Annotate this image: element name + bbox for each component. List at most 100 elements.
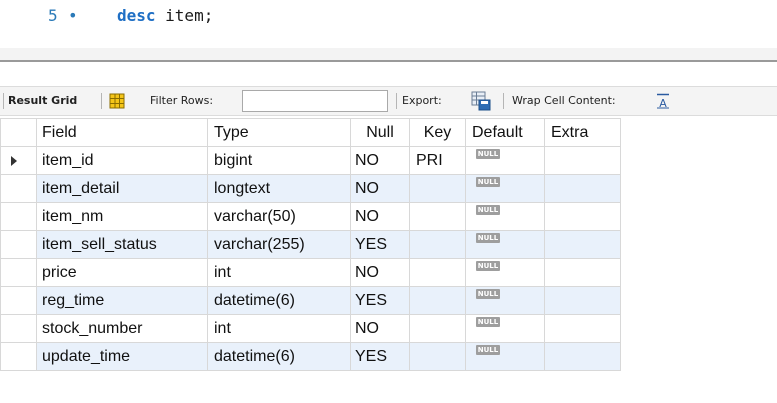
null-badge: NULL <box>476 149 500 159</box>
header-row: Field Type Null Key Default Extra <box>0 118 621 147</box>
cell-type[interactable]: datetime(6) <box>207 342 351 371</box>
cell-key[interactable]: PRI <box>409 146 466 175</box>
result-grid-table[interactable]: Field Type Null Key Default Extra item_i… <box>0 118 621 371</box>
sql-rest: item; <box>155 6 214 25</box>
cell-extra[interactable] <box>544 146 621 175</box>
cell-field[interactable]: price <box>36 258 208 287</box>
sql-keyword: desc <box>117 6 156 25</box>
cell-default[interactable]: NULL <box>465 146 545 175</box>
grid-view-icon[interactable] <box>109 93 125 109</box>
null-badge: NULL <box>476 289 500 299</box>
table-row[interactable]: price int NO NULL <box>0 258 621 287</box>
cell-null[interactable]: NO <box>350 146 410 175</box>
cell-key[interactable] <box>409 202 466 231</box>
cell-field[interactable]: item_id <box>36 146 208 175</box>
table-row[interactable]: update_time datetime(6) YES NULL <box>0 342 621 371</box>
line-number: 5 <box>48 6 58 25</box>
cell-extra[interactable] <box>544 202 621 231</box>
sql-editor[interactable]: 5 • desc item; <box>0 0 777 48</box>
cell-default[interactable]: NULL <box>465 286 545 315</box>
row-marker[interactable] <box>0 202 37 231</box>
result-toolbar: Result Grid Filter Rows: Export: Wrap Ce… <box>0 86 777 116</box>
toolbar-separator <box>3 93 4 109</box>
cell-null[interactable]: NO <box>350 258 410 287</box>
cell-extra[interactable] <box>544 286 621 315</box>
null-badge: NULL <box>476 177 500 187</box>
current-row-arrow-icon <box>11 156 17 166</box>
cell-type[interactable]: longtext <box>207 174 351 203</box>
cell-field[interactable]: stock_number <box>36 314 208 343</box>
table-row[interactable]: stock_number int NO NULL <box>0 314 621 343</box>
row-marker-header <box>0 118 37 147</box>
line-marker-dot: • <box>68 6 78 25</box>
cell-default[interactable]: NULL <box>465 230 545 259</box>
row-marker[interactable] <box>0 146 37 175</box>
column-header-null[interactable]: Null <box>350 118 410 147</box>
cell-type[interactable]: varchar(255) <box>207 230 351 259</box>
table-row[interactable]: item_detail longtext NO NULL <box>0 174 621 203</box>
cell-field[interactable]: item_sell_status <box>36 230 208 259</box>
cell-default[interactable]: NULL <box>465 314 545 343</box>
cell-field[interactable]: update_time <box>36 342 208 371</box>
column-header-field[interactable]: Field <box>36 118 208 147</box>
table-row[interactable]: reg_time datetime(6) YES NULL <box>0 286 621 315</box>
cell-null[interactable]: YES <box>350 230 410 259</box>
cell-key[interactable] <box>409 314 466 343</box>
null-badge: NULL <box>476 205 500 215</box>
cell-key[interactable] <box>409 174 466 203</box>
filter-rows-input[interactable] <box>242 90 388 112</box>
table-row[interactable]: item_nm varchar(50) NO NULL <box>0 202 621 231</box>
cell-key[interactable] <box>409 286 466 315</box>
cell-field[interactable]: item_detail <box>36 174 208 203</box>
wrap-text-icon[interactable]: A <box>656 93 670 109</box>
cell-extra[interactable] <box>544 258 621 287</box>
row-marker[interactable] <box>0 230 37 259</box>
svg-text:A: A <box>659 97 667 109</box>
row-marker[interactable] <box>0 174 37 203</box>
toolbar-separator <box>101 93 102 109</box>
null-badge: NULL <box>476 345 500 355</box>
cell-type[interactable]: int <box>207 314 351 343</box>
cell-type[interactable]: bigint <box>207 146 351 175</box>
cell-extra[interactable] <box>544 174 621 203</box>
toolbar-separator <box>503 93 504 109</box>
cell-key[interactable] <box>409 258 466 287</box>
result-grid-tab[interactable]: Result Grid <box>8 94 77 107</box>
cell-null[interactable]: YES <box>350 286 410 315</box>
cell-default[interactable]: NULL <box>465 342 545 371</box>
table-row[interactable]: item_sell_status varchar(255) YES NULL <box>0 230 621 259</box>
column-header-type[interactable]: Type <box>207 118 351 147</box>
table-row[interactable]: item_id bigint NO PRI NULL <box>0 146 621 175</box>
row-marker[interactable] <box>0 342 37 371</box>
panel-splitter[interactable] <box>0 48 777 62</box>
export-icon[interactable] <box>471 91 491 111</box>
column-header-default[interactable]: Default <box>465 118 545 147</box>
cell-type[interactable]: varchar(50) <box>207 202 351 231</box>
row-marker[interactable] <box>0 286 37 315</box>
cell-null[interactable]: NO <box>350 314 410 343</box>
cell-default[interactable]: NULL <box>465 202 545 231</box>
cell-key[interactable] <box>409 230 466 259</box>
cell-type[interactable]: datetime(6) <box>207 286 351 315</box>
null-badge: NULL <box>476 261 500 271</box>
cell-extra[interactable] <box>544 230 621 259</box>
row-marker[interactable] <box>0 258 37 287</box>
filter-rows-label: Filter Rows: <box>150 94 214 107</box>
column-header-key[interactable]: Key <box>409 118 466 147</box>
wrap-cell-content-label: Wrap Cell Content: <box>512 94 616 107</box>
cell-field[interactable]: reg_time <box>36 286 208 315</box>
column-header-extra[interactable]: Extra <box>544 118 621 147</box>
sql-statement[interactable]: desc item; <box>117 6 213 25</box>
cell-field[interactable]: item_nm <box>36 202 208 231</box>
cell-null[interactable]: NO <box>350 174 410 203</box>
cell-extra[interactable] <box>544 342 621 371</box>
cell-key[interactable] <box>409 342 466 371</box>
cell-type[interactable]: int <box>207 258 351 287</box>
row-marker[interactable] <box>0 314 37 343</box>
cell-default[interactable]: NULL <box>465 258 545 287</box>
cell-null[interactable]: YES <box>350 342 410 371</box>
cell-null[interactable]: NO <box>350 202 410 231</box>
cell-default[interactable]: NULL <box>465 174 545 203</box>
null-badge: NULL <box>476 317 500 327</box>
cell-extra[interactable] <box>544 314 621 343</box>
